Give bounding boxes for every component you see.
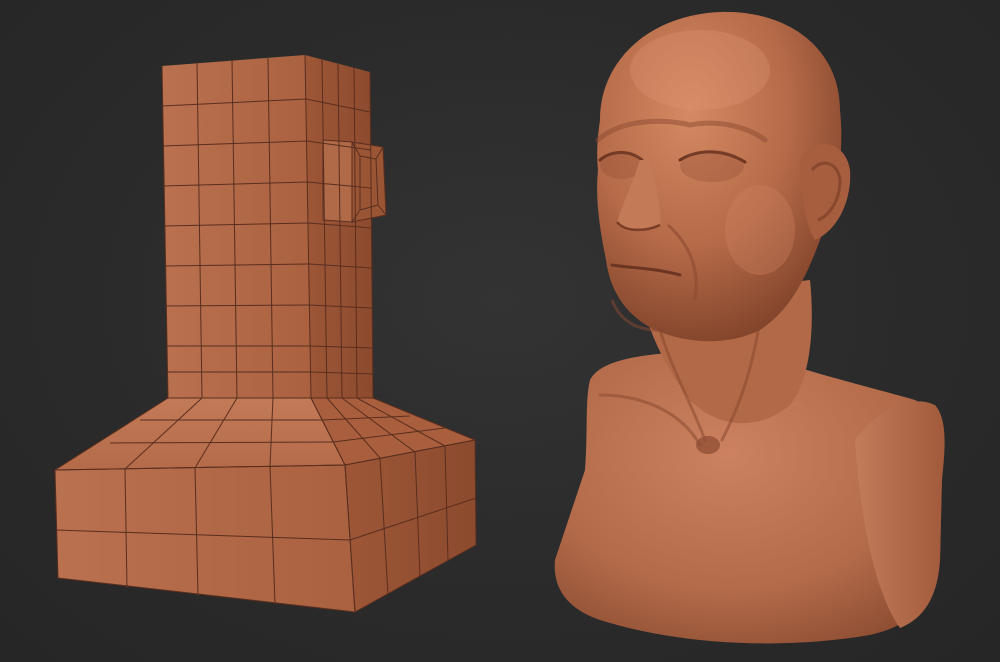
sternal-notch [696,436,720,454]
cheek-highlight [725,185,795,275]
sculpted-bust[interactable] [0,0,1000,662]
3d-viewport[interactable] [0,0,1000,662]
eye-socket-right [680,150,744,182]
forehead-highlight [630,30,770,110]
